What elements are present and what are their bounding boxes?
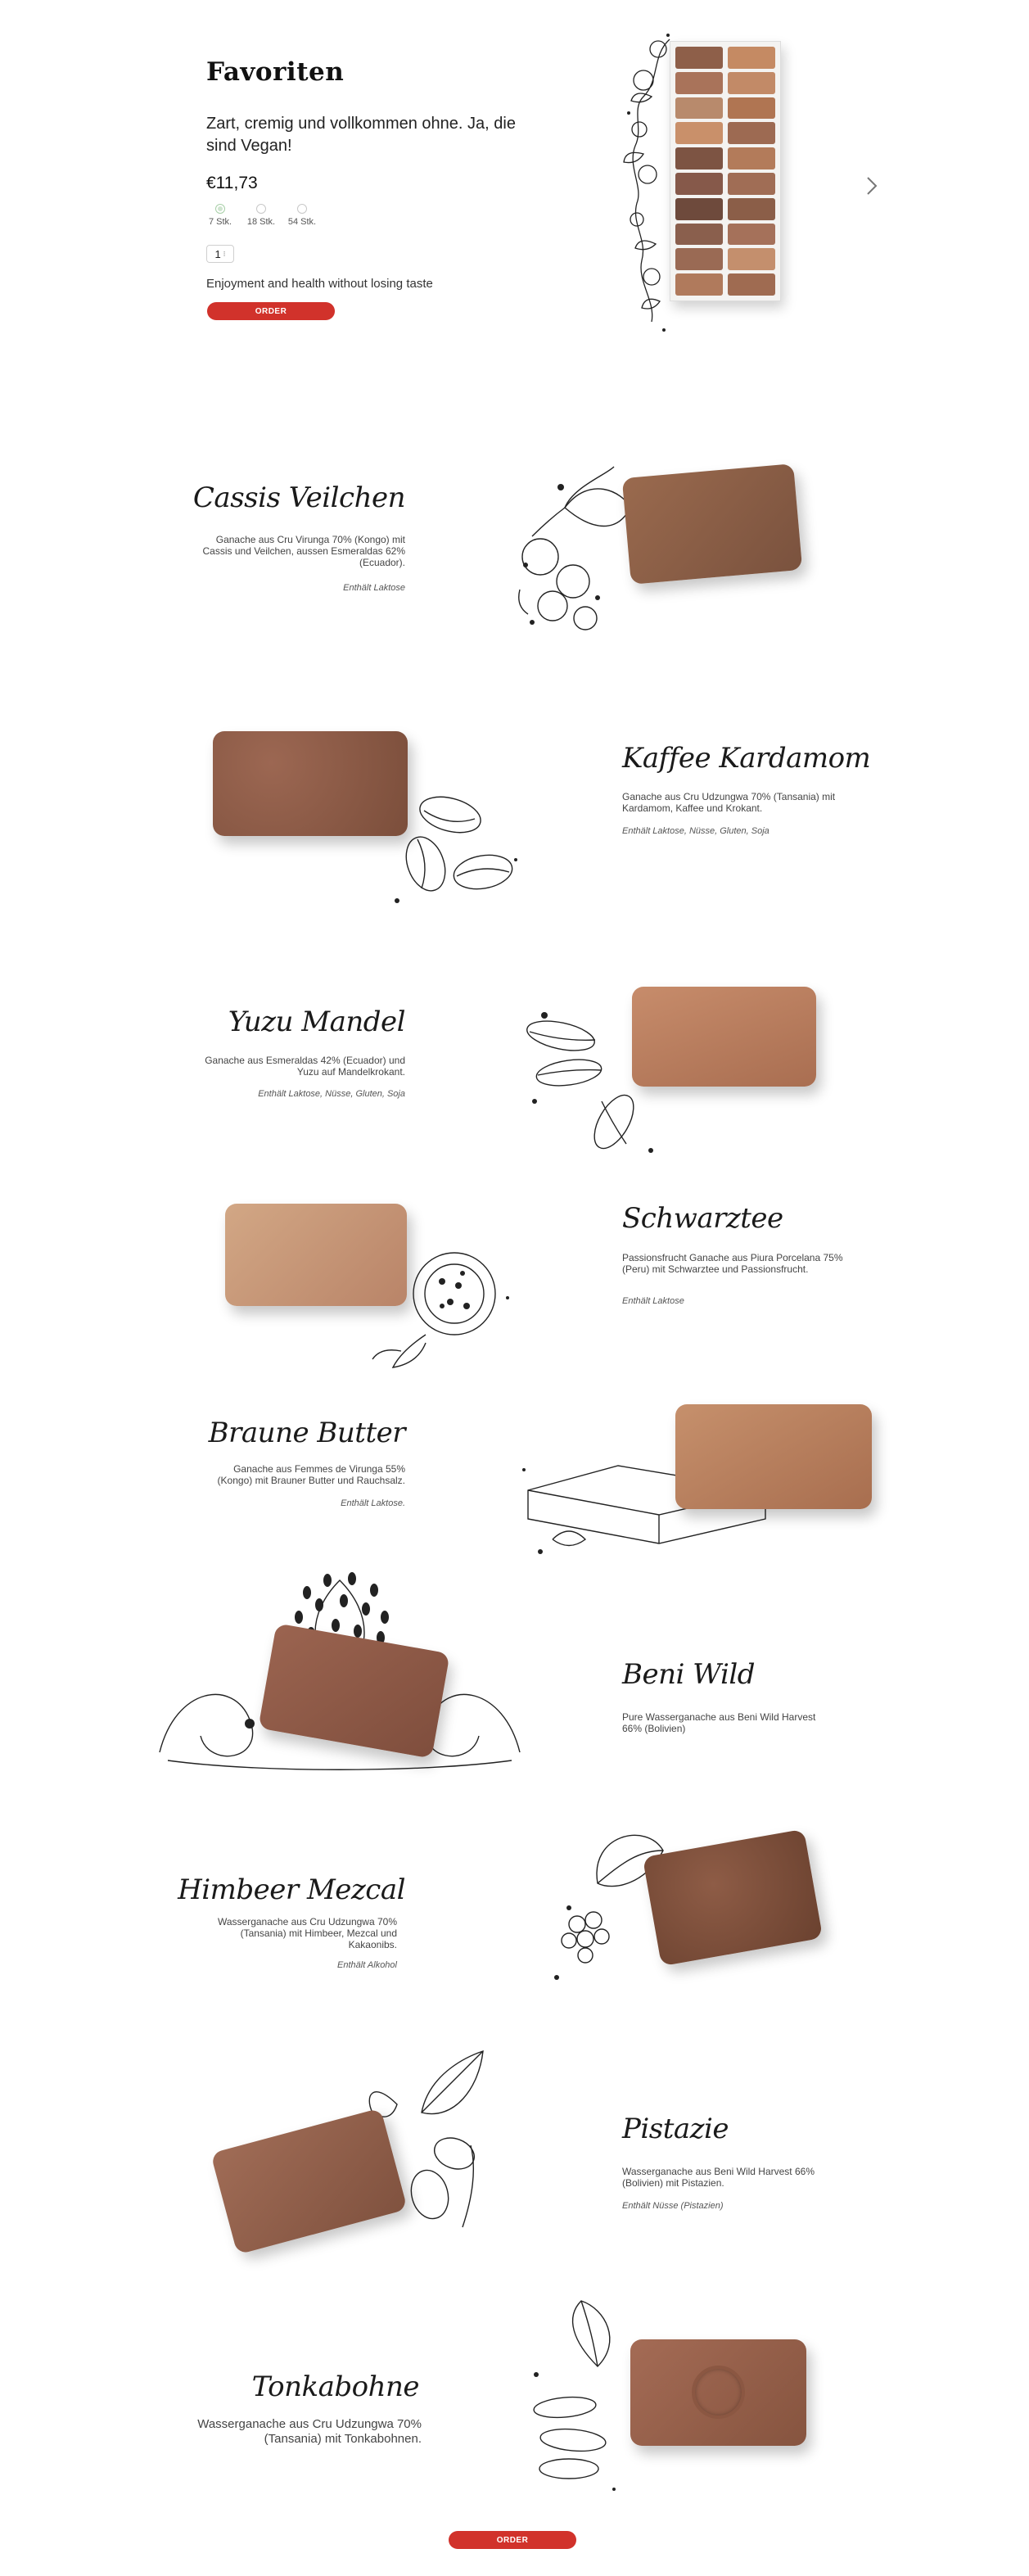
praline-name: Schwarztee [622, 1202, 783, 1235]
praline-image [630, 2339, 806, 2446]
radio-button[interactable] [297, 204, 307, 214]
size-label: 54 Stk. [287, 217, 317, 227]
praline-image [632, 987, 816, 1087]
price: €11,73 [206, 174, 258, 192]
praline-name: Beni Wild [622, 1658, 756, 1691]
praline-name: Braune Butter [208, 1417, 406, 1449]
praline-description: Ganache aus Femmes de Virunga 55% (Kongo… [217, 1463, 405, 1486]
allergen-note: Enthält Alkohol [337, 1960, 397, 1970]
order-button[interactable]: ORDER [449, 2531, 576, 2549]
quantity-value: 1 [214, 247, 221, 260]
praline-image [675, 1404, 872, 1509]
praline-name: Tonkabohne [251, 2370, 420, 2403]
praline-description: Pure Wasserganache aus Beni Wild Harvest… [622, 1711, 816, 1734]
coffee-bean-sketch [395, 796, 517, 903]
allergen-note: Enthält Nüsse (Pistazien) [622, 2201, 724, 2211]
page-title: Favoriten [206, 57, 345, 87]
allergen-note: Enthält Laktose. [341, 1498, 405, 1508]
praline-description: Wasserganache aus Cru Udzungwa 70% (Tans… [197, 2417, 422, 2446]
chocolate-box-image [670, 41, 781, 301]
praline-description: Wasserganache aus Cru Udzungwa 70% (Tans… [217, 1916, 397, 1950]
order-button[interactable]: ORDER [207, 302, 335, 320]
quantity-select[interactable]: 1 ⁝ [206, 245, 234, 263]
praline-image [621, 463, 803, 585]
cassis-berry-sketch [518, 466, 631, 630]
allergen-note: Enthält Laktose [343, 583, 405, 593]
praline-description: Passionsfrucht Ganache aus Piura Porcela… [622, 1252, 843, 1275]
praline-name: Cassis Veilchen [192, 481, 406, 514]
size-options: 7 Stk. 18 Stk. 54 Stk. [206, 204, 316, 227]
passionfruit-sketch [372, 1252, 509, 1368]
praline-name: Yuzu Mandel [228, 1006, 406, 1038]
tonka-logo-imprint [692, 2366, 745, 2419]
radio-button[interactable] [256, 204, 266, 214]
praline-description: Ganache aus Cru Udzungwa 70% (Tansania) … [622, 791, 836, 814]
allergen-note: Enthält Laktose, Nüsse, Gluten, Soja [258, 1089, 405, 1099]
chevron-down-icon: ⁝ [223, 249, 226, 258]
allergen-note: Enthält Laktose, Nüsse, Gluten, Soja [622, 826, 769, 836]
allergen-note: Enthält Laktose [622, 1296, 684, 1306]
praline-description: Ganache aus Cru Virunga 70% (Kongo) mit … [202, 534, 405, 568]
praline-name: Himbeer Mezcal [178, 1873, 405, 1906]
praline-description: Ganache aus Esmeraldas 42% (Ecuador) und… [205, 1055, 405, 1078]
praline-description: Wasserganache aus Beni Wild Harvest 66% … [622, 2166, 815, 2189]
chevron-right-icon[interactable] [864, 174, 880, 198]
size-label: 7 Stk. [208, 217, 232, 227]
praline-image [213, 731, 408, 836]
size-option-54[interactable]: 54 Stk. [288, 204, 316, 227]
radio-button[interactable] [215, 204, 225, 214]
size-option-18[interactable]: 18 Stk. [247, 204, 275, 227]
hero-subtitle: Zart, cremig und vollkommen ohne. Ja, di… [206, 115, 516, 155]
praline-name: Pistazie [622, 2113, 729, 2145]
size-option-7[interactable]: 7 Stk. [206, 204, 234, 227]
tagline: Enjoyment and health without losing tast… [206, 277, 433, 291]
size-label: 18 Stk. [246, 217, 276, 227]
praline-name: Kaffee Kardamom [622, 742, 871, 775]
